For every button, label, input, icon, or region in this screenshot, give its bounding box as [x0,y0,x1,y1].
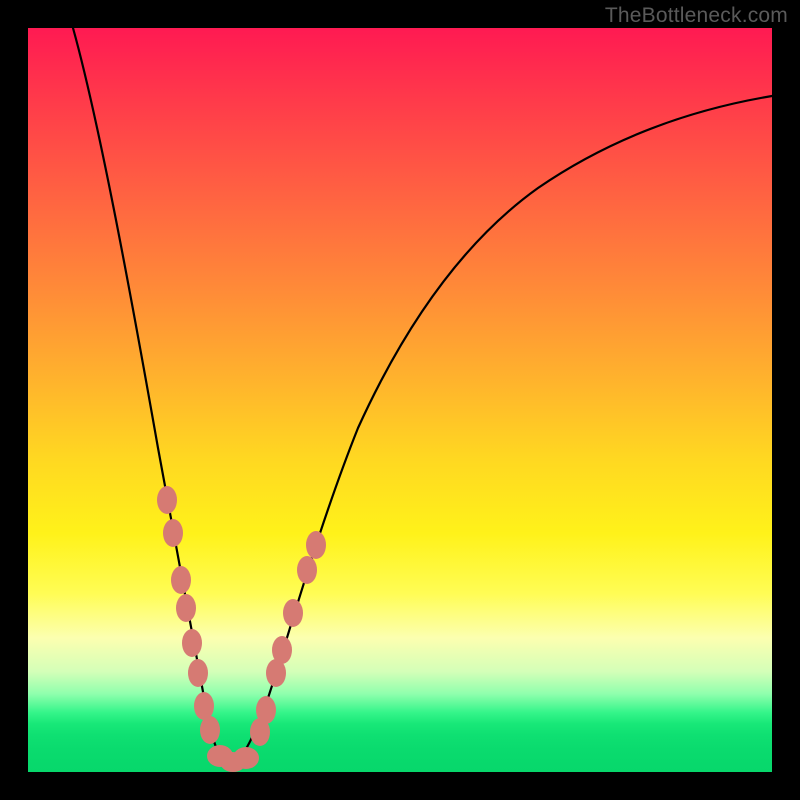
data-marker [176,594,196,622]
data-marker [182,629,202,657]
marker-group [157,486,326,772]
curve-svg [28,28,772,772]
data-marker [200,716,220,744]
chart-frame: TheBottleneck.com [0,0,800,800]
data-marker [233,747,259,769]
data-marker [283,599,303,627]
bottleneck-curve [73,28,772,764]
data-marker [272,636,292,664]
data-marker [171,566,191,594]
data-marker [163,519,183,547]
plot-area [28,28,772,772]
data-marker [157,486,177,514]
data-marker [188,659,208,687]
watermark-text: TheBottleneck.com [605,4,788,28]
data-marker [297,556,317,584]
data-marker [194,692,214,720]
data-marker [306,531,326,559]
data-marker [256,696,276,724]
